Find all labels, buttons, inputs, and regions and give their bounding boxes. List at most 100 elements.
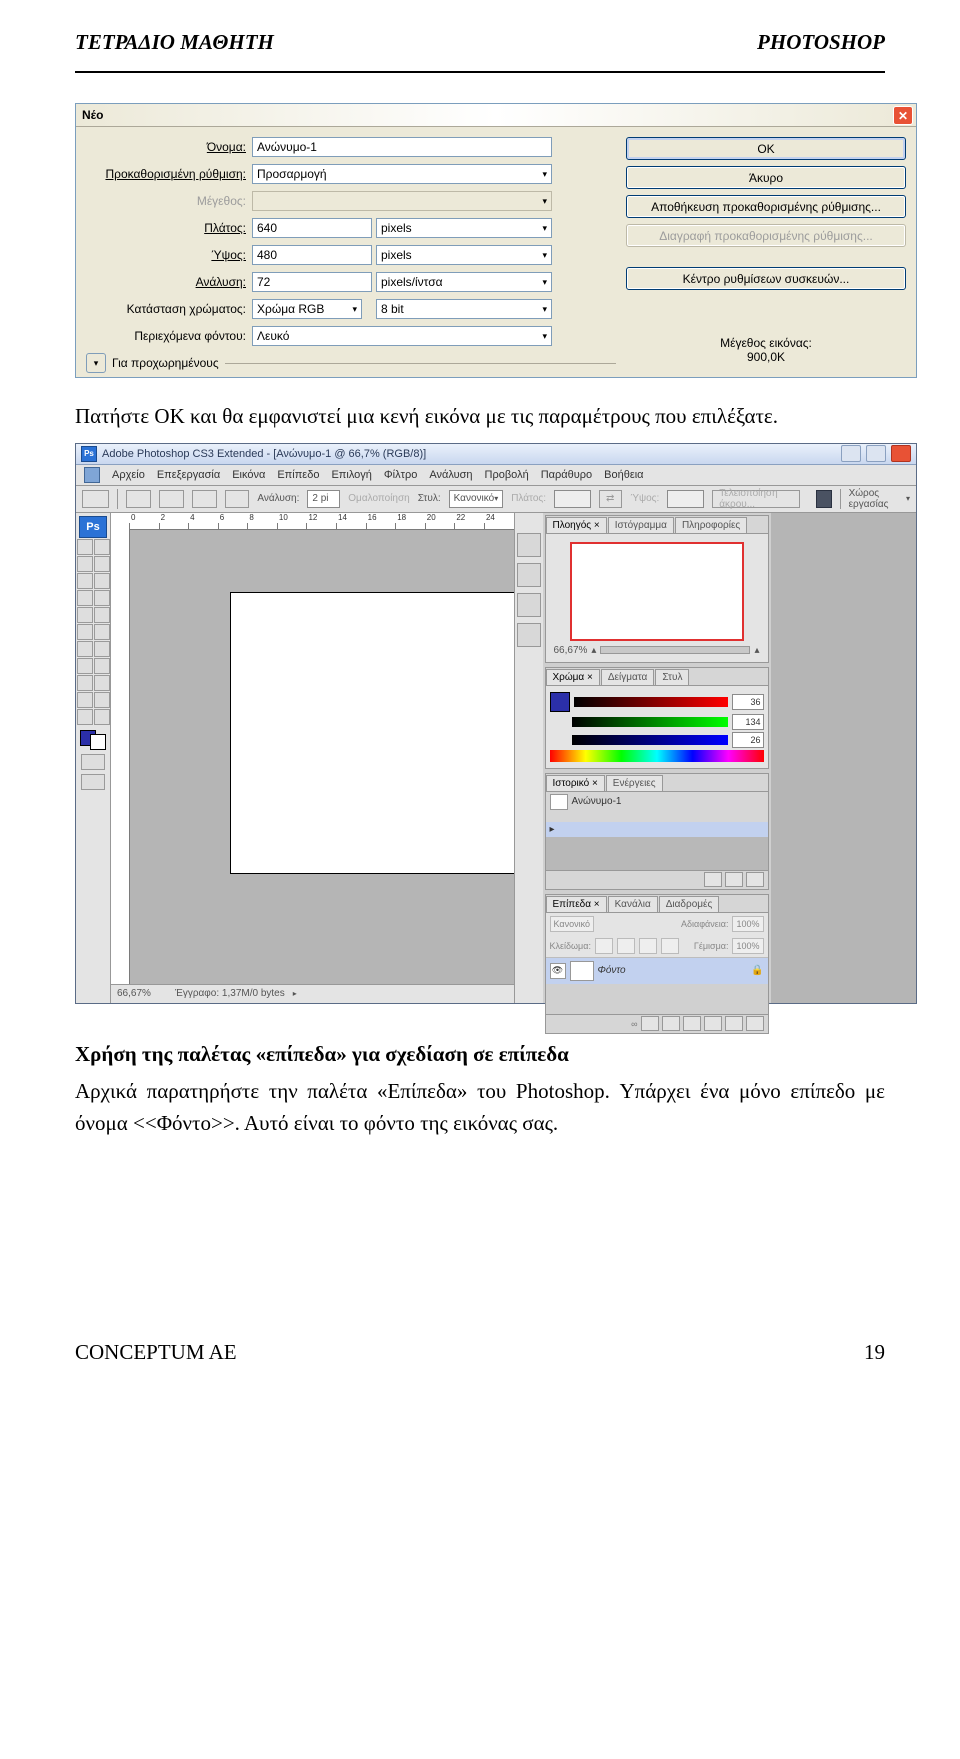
- wand-tool-icon[interactable]: [94, 556, 110, 572]
- zoom-out-icon[interactable]: ▴: [591, 645, 596, 656]
- history-step[interactable]: ▸: [546, 822, 768, 837]
- tab-layers[interactable]: Επίπεδα ×: [546, 896, 607, 912]
- save-preset-button[interactable]: Αποθήκευση προκαθορισμένης ρύθμισης...: [626, 195, 906, 218]
- color-g-value[interactable]: 134: [732, 714, 764, 730]
- stamp-tool-icon[interactable]: [77, 607, 93, 623]
- go-bridge-icon[interactable]: [816, 490, 831, 508]
- adjustment-icon[interactable]: [683, 1016, 701, 1031]
- bitdepth-select[interactable]: 8 bit▾: [376, 299, 552, 319]
- dock-icon[interactable]: [517, 563, 541, 587]
- blur-tool-icon[interactable]: [77, 641, 93, 657]
- heal-tool-icon[interactable]: [77, 590, 93, 606]
- mask-icon[interactable]: [662, 1016, 680, 1031]
- history-btn-icon[interactable]: [725, 872, 743, 887]
- tab-history[interactable]: Ιστορικό ×: [546, 775, 605, 791]
- name-input[interactable]: Ανώνυμο-1: [252, 137, 552, 157]
- cancel-button[interactable]: Άκυρο: [626, 166, 906, 189]
- tab-channels[interactable]: Κανάλια: [608, 896, 658, 912]
- zoom-slider[interactable]: [600, 646, 750, 654]
- dock-icon[interactable]: [517, 623, 541, 647]
- shape-tool-icon[interactable]: [94, 675, 110, 691]
- menu-analysis[interactable]: Ανάλυση: [429, 469, 472, 481]
- path-tool-icon[interactable]: [77, 675, 93, 691]
- marquee-tool-icon[interactable]: [94, 539, 110, 555]
- tab-info[interactable]: Πληροφορίες: [675, 517, 747, 533]
- screenmode-button[interactable]: [81, 774, 105, 790]
- colormode-select[interactable]: Χρώμα RGB▾: [252, 299, 362, 319]
- tab-navigator[interactable]: Πλοηγός ×: [546, 517, 607, 533]
- history-tool-icon[interactable]: [94, 607, 110, 623]
- eraser-tool-icon[interactable]: [77, 624, 93, 640]
- eye-icon[interactable]: 👁: [550, 963, 566, 979]
- tab-color[interactable]: Χρώμα ×: [546, 669, 600, 685]
- menu-file[interactable]: Αρχείο: [112, 469, 145, 481]
- trash-icon[interactable]: [746, 872, 764, 887]
- document-canvas[interactable]: [231, 593, 514, 873]
- menu-edit[interactable]: Επεξεργασία: [157, 469, 220, 481]
- marquee3-icon[interactable]: [192, 490, 217, 508]
- fx-icon[interactable]: [641, 1016, 659, 1031]
- preset-select[interactable]: Προσαρμογή▾: [252, 164, 552, 184]
- navigator-thumbnail[interactable]: [570, 542, 744, 641]
- layer-row[interactable]: 👁 Φόντο 🔒: [546, 957, 768, 984]
- background-swatch[interactable]: [90, 734, 106, 750]
- bgcontents-select[interactable]: Λευκό▾: [252, 326, 552, 346]
- brush-tool-icon[interactable]: [94, 590, 110, 606]
- trash-icon[interactable]: [746, 1016, 764, 1031]
- history-btn-icon[interactable]: [704, 872, 722, 887]
- feather-input[interactable]: 2 pi: [307, 490, 340, 508]
- color-swatches[interactable]: [80, 730, 106, 750]
- zoom-field[interactable]: 66,67%: [117, 988, 167, 999]
- menu-select[interactable]: Επιλογή: [331, 469, 371, 481]
- newlayer-icon[interactable]: [725, 1016, 743, 1031]
- type-tool-icon[interactable]: [94, 658, 110, 674]
- close-icon[interactable]: ✕: [893, 106, 913, 125]
- hue-ramp[interactable]: [550, 750, 764, 762]
- marquee4-icon[interactable]: [225, 490, 250, 508]
- eyedrop-tool-icon[interactable]: [94, 692, 110, 708]
- lasso-tool-icon[interactable]: [77, 556, 93, 572]
- width-unit-select[interactable]: pixels▾: [376, 218, 552, 238]
- dock-icon[interactable]: [517, 533, 541, 557]
- dock-icon[interactable]: [517, 593, 541, 617]
- history-snapshot[interactable]: Ανώνυμο-1: [572, 796, 622, 807]
- tab-actions[interactable]: Ενέργειες: [606, 775, 663, 791]
- move-tool-icon[interactable]: [77, 539, 93, 555]
- width-input[interactable]: 640: [252, 218, 372, 238]
- tab-paths[interactable]: Διαδρομές: [659, 896, 720, 912]
- minimize-button[interactable]: [841, 445, 861, 462]
- marquee2-icon[interactable]: [159, 490, 184, 508]
- quickmask-button[interactable]: [81, 754, 105, 770]
- notes-tool-icon[interactable]: [77, 692, 93, 708]
- pen-tool-icon[interactable]: [77, 658, 93, 674]
- resolution-unit-select[interactable]: pixels/ίντσα▾: [376, 272, 552, 292]
- menu-filter[interactable]: Φίλτρο: [384, 469, 417, 481]
- zoom-in-icon[interactable]: ▴: [754, 645, 759, 656]
- color-b-value[interactable]: 26: [732, 732, 764, 748]
- resolution-input[interactable]: 72: [252, 272, 372, 292]
- menu-window[interactable]: Παράθυρο: [541, 469, 592, 481]
- height-input[interactable]: 480: [252, 245, 372, 265]
- tool-preset-icon[interactable]: [82, 490, 109, 508]
- slice-tool-icon[interactable]: [94, 573, 110, 589]
- zoom-tool-icon[interactable]: [94, 709, 110, 725]
- color-r-value[interactable]: 36: [732, 694, 764, 710]
- folder-icon[interactable]: [704, 1016, 722, 1031]
- menu-image[interactable]: Εικόνα: [232, 469, 265, 481]
- workspace-label[interactable]: Χώρος εργασίας: [849, 488, 898, 510]
- menu-help[interactable]: Βοήθεια: [604, 469, 643, 481]
- hand-tool-icon[interactable]: [77, 709, 93, 725]
- tab-swatches[interactable]: Δείγματα: [601, 669, 655, 685]
- style-select[interactable]: Κανονικό▾: [449, 490, 504, 508]
- gradient-tool-icon[interactable]: [94, 624, 110, 640]
- refine-edge-button[interactable]: Τελειοποίηση άκρου...: [712, 490, 800, 508]
- menu-view[interactable]: Προβολή: [485, 469, 529, 481]
- height-unit-select[interactable]: pixels▾: [376, 245, 552, 265]
- crop-tool-icon[interactable]: [77, 573, 93, 589]
- marquee-icon[interactable]: [126, 490, 151, 508]
- maximize-button[interactable]: [866, 445, 886, 462]
- close-button[interactable]: [891, 445, 911, 462]
- advanced-toggle[interactable]: ▾: [86, 353, 106, 373]
- tab-histogram[interactable]: Ιστόγραμμα: [608, 517, 674, 533]
- tab-styles[interactable]: Στυλ: [655, 669, 689, 685]
